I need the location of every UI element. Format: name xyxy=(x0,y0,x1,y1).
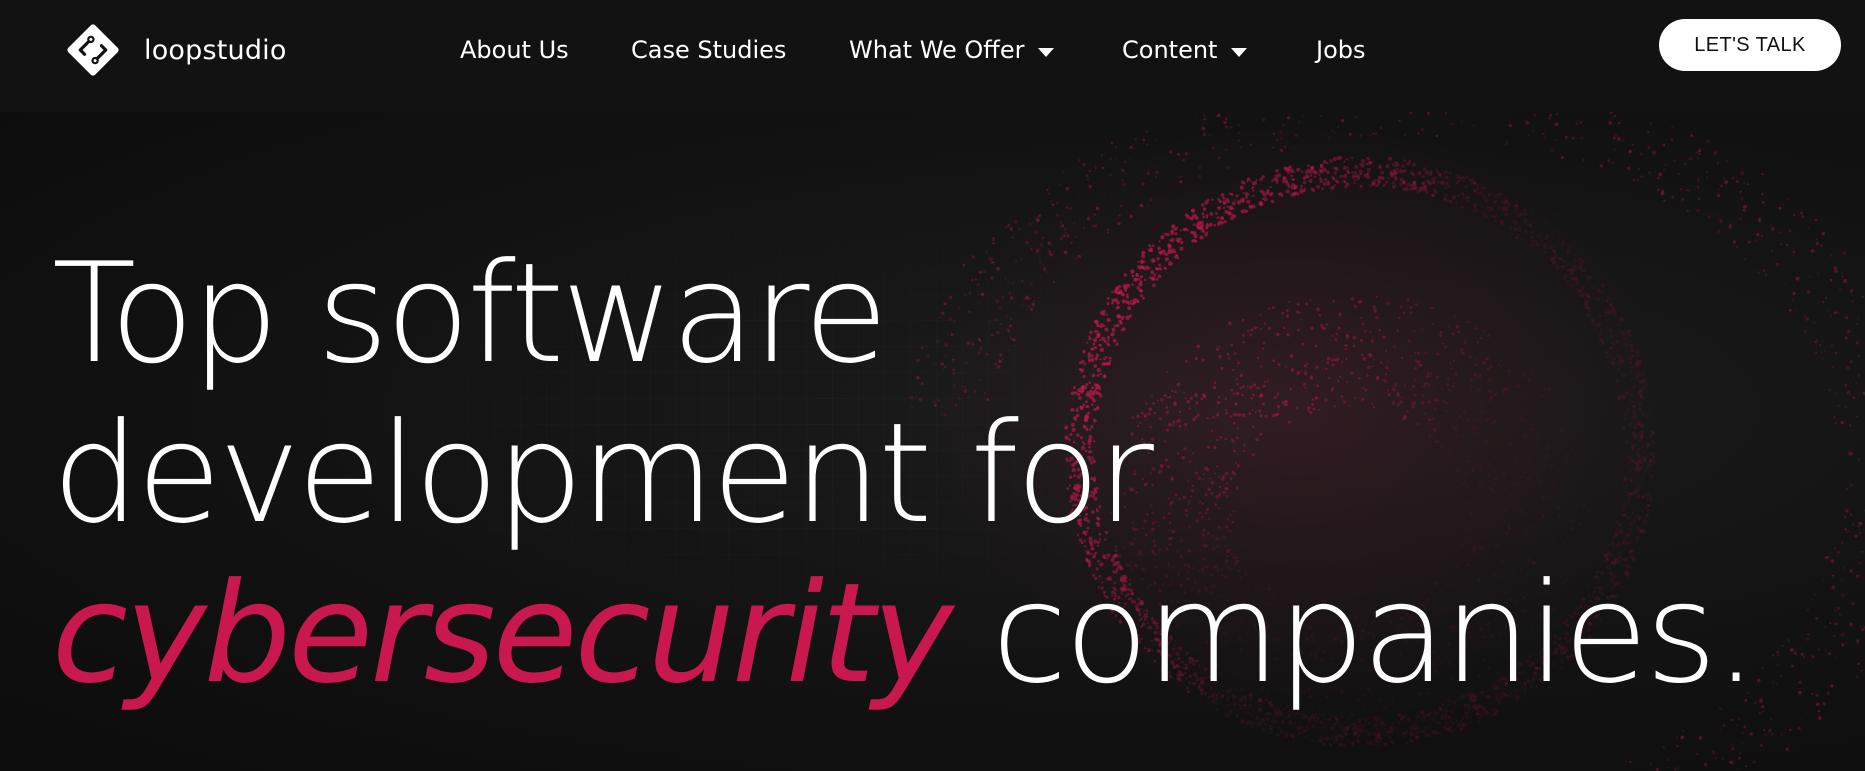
brand-name: loopstudio xyxy=(144,34,287,66)
headline-line-2: development for xyxy=(52,393,1154,554)
hero-headline: Top software development for cybersecuri… xyxy=(52,233,1758,714)
nav-what-we-offer-label: What We Offer xyxy=(849,36,1025,64)
nav-about-us[interactable]: About Us xyxy=(460,28,569,72)
caret-down-icon xyxy=(1231,47,1248,57)
nav-what-we-offer[interactable]: What We Offer xyxy=(849,28,1055,72)
nav-content[interactable]: Content xyxy=(1122,28,1248,72)
lets-talk-button[interactable]: LET'S TALK xyxy=(1659,19,1841,71)
nav-jobs-label: Jobs xyxy=(1316,36,1366,64)
brand-logo-link[interactable]: loopstudio xyxy=(54,20,287,80)
loopstudio-logo-icon xyxy=(67,24,119,76)
headline-line-3-rest: companies. xyxy=(950,553,1758,714)
nav-content-label: Content xyxy=(1122,36,1218,64)
headline-line-3: cybersecurity companies. xyxy=(52,553,1758,714)
site-header: loopstudio About Us Case Studies What We… xyxy=(0,0,1865,112)
page: loopstudio About Us Case Studies What We… xyxy=(0,0,1865,771)
hero-section: Top software development for cybersecuri… xyxy=(0,112,1865,771)
nav-case-studies-label: Case Studies xyxy=(631,36,787,64)
nav-about-us-label: About Us xyxy=(460,36,569,64)
caret-down-icon xyxy=(1038,47,1055,57)
headline-line-1: Top software xyxy=(52,233,888,394)
headline-accent-word: cybersecurity xyxy=(52,553,954,714)
nav-jobs[interactable]: Jobs xyxy=(1316,28,1366,72)
nav-case-studies[interactable]: Case Studies xyxy=(631,28,786,72)
